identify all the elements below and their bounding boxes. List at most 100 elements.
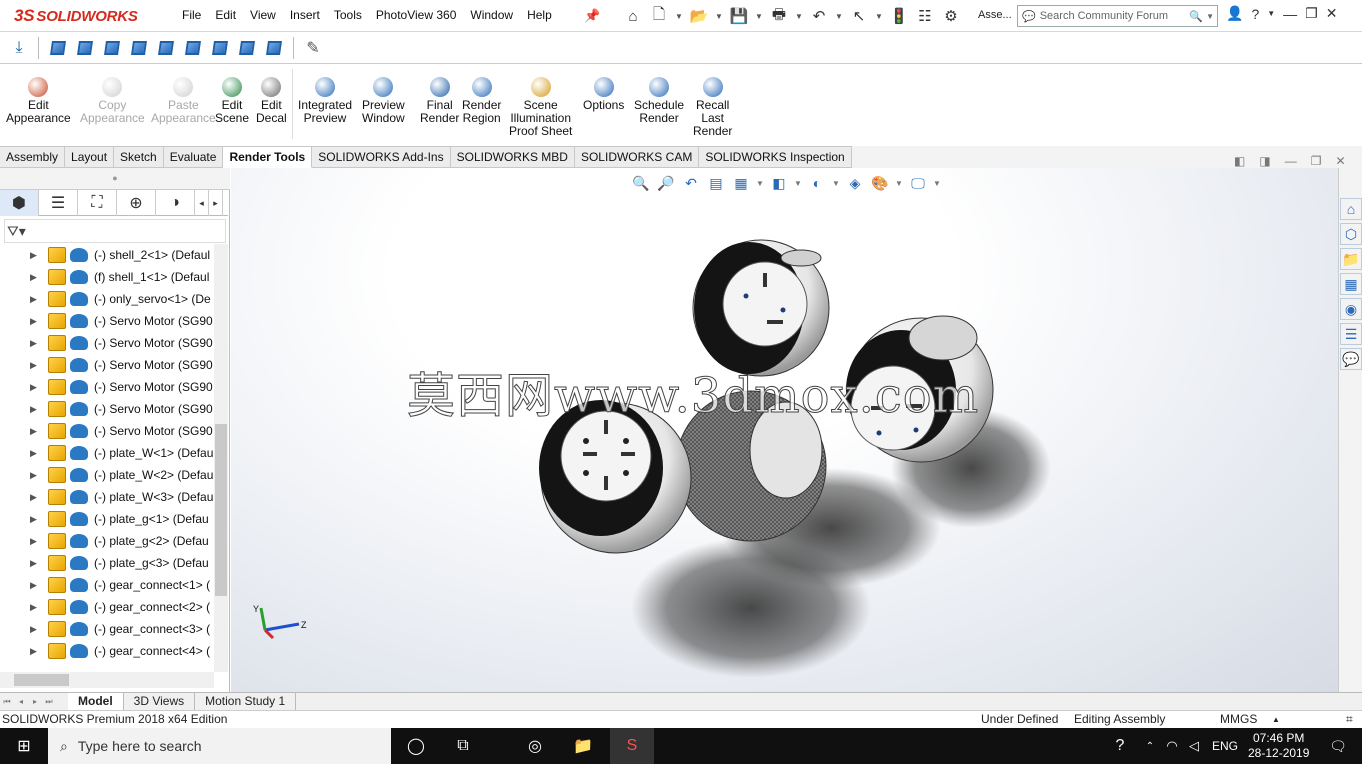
- expand-arrow-icon[interactable]: ▶: [30, 316, 40, 327]
- language-indicator[interactable]: ENG: [1212, 739, 1238, 753]
- tab-sketch[interactable]: Sketch: [114, 146, 164, 168]
- prev-tab-icon[interactable]: ◂: [14, 695, 28, 709]
- tab-scroll-right-icon[interactable]: ▸: [209, 190, 223, 216]
- ribbon-button-render-region[interactable]: Render Region: [462, 75, 501, 125]
- print-icon[interactable]: 🖶: [768, 5, 790, 27]
- assembly-model-render[interactable]: [231, 168, 1338, 692]
- chevron-down-icon[interactable]: ▼: [834, 5, 844, 27]
- ribbon-button-preview-window[interactable]: Preview Window: [362, 75, 405, 125]
- tab-assembly[interactable]: Assembly: [0, 146, 66, 168]
- display-manager-tab-icon[interactable]: ◑: [156, 190, 195, 216]
- tree-item[interactable]: ▶ (-) gear_connect<3> (: [0, 618, 214, 640]
- expand-arrow-icon[interactable]: ▶: [30, 514, 40, 525]
- expand-arrow-icon[interactable]: ▶: [30, 558, 40, 569]
- tree-item[interactable]: ▶ (-) Servo Motor (SG90: [0, 332, 214, 354]
- expand-arrow-icon[interactable]: ▶: [30, 492, 40, 503]
- expand-arrow-icon[interactable]: ▶: [30, 624, 40, 635]
- close-icon[interactable]: ✕: [1335, 154, 1345, 168]
- feature-manager-tab-icon[interactable]: ⬢: [0, 190, 39, 216]
- expand-arrow-icon[interactable]: ▶: [30, 646, 40, 657]
- trimetric-view-icon[interactable]: [236, 37, 258, 59]
- restore-icon[interactable]: ❐: [1305, 5, 1318, 22]
- cortana-icon[interactable]: ◯: [394, 728, 438, 764]
- tree-horizontal-scrollbar[interactable]: [0, 672, 214, 688]
- chevron-down-icon[interactable]: ▼: [674, 5, 684, 27]
- menu-window[interactable]: Window: [470, 8, 513, 22]
- solidworks-taskbar-icon[interactable]: S: [610, 728, 654, 764]
- view-palette-icon[interactable]: ▦: [1340, 273, 1362, 295]
- tab-scroll-left-icon[interactable]: ◂: [195, 190, 209, 216]
- windows-start-icon[interactable]: ⊞: [2, 728, 46, 764]
- chevron-down-icon[interactable]: ▼: [1206, 12, 1214, 21]
- tab-solidworks-cam[interactable]: SOLIDWORKS CAM: [574, 146, 700, 168]
- forum-icon[interactable]: 💬: [1340, 348, 1362, 370]
- expand-arrow-icon[interactable]: ▶: [30, 602, 40, 613]
- close-icon[interactable]: ✕: [1326, 5, 1338, 22]
- tab-layout[interactable]: Layout: [65, 146, 115, 168]
- property-manager-tab-icon[interactable]: ☰: [39, 190, 78, 216]
- left-view-icon[interactable]: [101, 37, 123, 59]
- expand-arrow-icon[interactable]: ▶: [30, 272, 40, 283]
- last-tab-icon[interactable]: ⏭: [42, 695, 56, 709]
- menu-help[interactable]: Help: [527, 8, 552, 22]
- ribbon-button-options[interactable]: Options: [583, 75, 624, 112]
- first-tab-icon[interactable]: ⏮: [0, 695, 14, 709]
- units-selector[interactable]: MMGS: [1220, 711, 1257, 728]
- ribbon-button-integrated-preview[interactable]: Integrated Preview: [298, 75, 352, 125]
- chevron-down-icon[interactable]: ▼: [1267, 9, 1275, 18]
- appearances-icon[interactable]: ◉: [1340, 298, 1362, 320]
- tree-item[interactable]: ▶ (-) Servo Motor (SG90: [0, 420, 214, 442]
- design-library-icon[interactable]: ⬡: [1340, 223, 1362, 245]
- expand-arrow-icon[interactable]: ▶: [30, 470, 40, 481]
- file-properties-icon[interactable]: ☷: [914, 5, 936, 27]
- tree-item[interactable]: ▶ (f) shell_1<1> (Defaul: [0, 266, 214, 288]
- chrome-icon[interactable]: ◎: [513, 728, 557, 764]
- custom-properties-icon[interactable]: ☰: [1340, 323, 1362, 345]
- dimxpert-manager-tab-icon[interactable]: ⊕: [117, 190, 156, 216]
- expand-arrow-icon[interactable]: ▶: [30, 426, 40, 437]
- tree-item[interactable]: ▶ (-) Servo Motor (SG90: [0, 310, 214, 332]
- chevron-down-icon[interactable]: ▼: [794, 5, 804, 27]
- menu-photoview-360[interactable]: PhotoView 360: [376, 8, 457, 22]
- back-view-icon[interactable]: [74, 37, 96, 59]
- menu-edit[interactable]: Edit: [215, 8, 236, 22]
- rebuild-icon[interactable]: 🚦: [888, 5, 910, 27]
- ribbon-button-edit-scene[interactable]: Edit Scene: [215, 75, 249, 125]
- tree-item[interactable]: ▶ (-) gear_connect<1> (: [0, 574, 214, 596]
- ribbon-button-edit-appearance[interactable]: Edit Appearance: [6, 75, 71, 125]
- chevron-down-icon[interactable]: ▼: [754, 5, 764, 27]
- expand-arrow-icon[interactable]: ▶: [30, 448, 40, 459]
- menu-tools[interactable]: Tools: [334, 8, 362, 22]
- search-scope-icon[interactable]: 💬: [1022, 10, 1036, 23]
- search-input[interactable]: Search Community Forum: [1036, 10, 1190, 22]
- select-arrow-icon[interactable]: ↖: [848, 5, 870, 27]
- tile-right-icon[interactable]: ◨: [1259, 154, 1270, 168]
- help-icon[interactable]: ?: [1251, 6, 1259, 22]
- new-document-icon[interactable]: 🗋: [648, 5, 670, 27]
- expand-arrow-icon[interactable]: ▶: [30, 360, 40, 371]
- menu-insert[interactable]: Insert: [290, 8, 320, 22]
- isometric-view-icon[interactable]: [209, 37, 231, 59]
- restore-icon[interactable]: ❐: [1311, 154, 1322, 168]
- home-icon[interactable]: ⌂: [622, 5, 644, 27]
- configuration-manager-tab-icon[interactable]: ⛶: [78, 190, 117, 216]
- tree-item[interactable]: ▶ (-) shell_2<1> (Defaul: [0, 244, 214, 266]
- minimize-icon[interactable]: —: [1285, 154, 1297, 168]
- tree-item[interactable]: ▶ (-) Servo Motor (SG90: [0, 376, 214, 398]
- expand-arrow-icon[interactable]: ▶: [30, 580, 40, 591]
- options-icon[interactable]: ⚙: [940, 5, 962, 27]
- minimize-icon[interactable]: —: [1283, 6, 1297, 22]
- pane-collapse-handle[interactable]: ●: [0, 168, 230, 190]
- tree-item[interactable]: ▶ (-) plate_g<2> (Defau: [0, 530, 214, 552]
- dimetric-view-icon[interactable]: [263, 37, 285, 59]
- tab-solidworks-mbd[interactable]: SOLIDWORKS MBD: [450, 146, 575, 168]
- ribbon-button-scene-illumination[interactable]: Scene Illumination Proof Sheet: [509, 75, 572, 138]
- tree-item[interactable]: ▶ (-) plate_W<1> (Defau: [0, 442, 214, 464]
- tree-item[interactable]: ▶ (-) plate_g<1> (Defau: [0, 508, 214, 530]
- file-explorer-icon[interactable]: 📁: [561, 728, 605, 764]
- taskbar-search[interactable]: ⌕ Type here to search: [48, 728, 391, 764]
- search-icon[interactable]: 🔍: [1189, 10, 1203, 23]
- save-icon[interactable]: 💾: [728, 5, 750, 27]
- tab-render-tools[interactable]: Render Tools: [223, 146, 313, 168]
- tree-item[interactable]: ▶ (-) Servo Motor (SG90: [0, 354, 214, 376]
